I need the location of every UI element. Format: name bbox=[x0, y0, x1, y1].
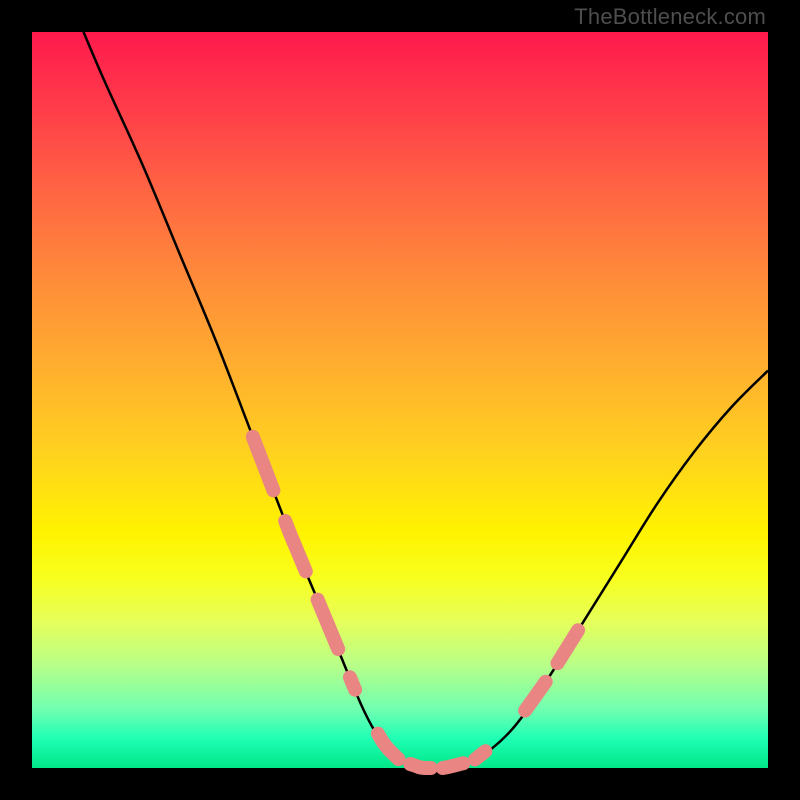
left-cluster-dash-1 bbox=[285, 521, 306, 571]
bottom-cluster-dash-2 bbox=[443, 763, 464, 768]
attribution-label: TheBottleneck.com bbox=[574, 4, 766, 30]
bottom-cluster-dash-0 bbox=[378, 734, 399, 760]
curve-path bbox=[84, 32, 768, 769]
chart-frame: TheBottleneck.com bbox=[0, 0, 800, 800]
left-cluster-dash-0 bbox=[253, 437, 274, 491]
curve-svg bbox=[32, 32, 768, 768]
bottom-cluster-dash-1 bbox=[410, 764, 431, 768]
right-cluster-dash-1 bbox=[558, 630, 579, 663]
right-cluster-dash-0 bbox=[525, 682, 546, 711]
plot-area bbox=[32, 32, 768, 768]
bottom-cluster-dash-3 bbox=[475, 751, 485, 759]
marker-layer bbox=[253, 437, 578, 768]
bottleneck-curve bbox=[84, 32, 768, 769]
left-cluster-dash-2 bbox=[318, 600, 339, 649]
left-cluster-dash-3 bbox=[350, 677, 355, 689]
